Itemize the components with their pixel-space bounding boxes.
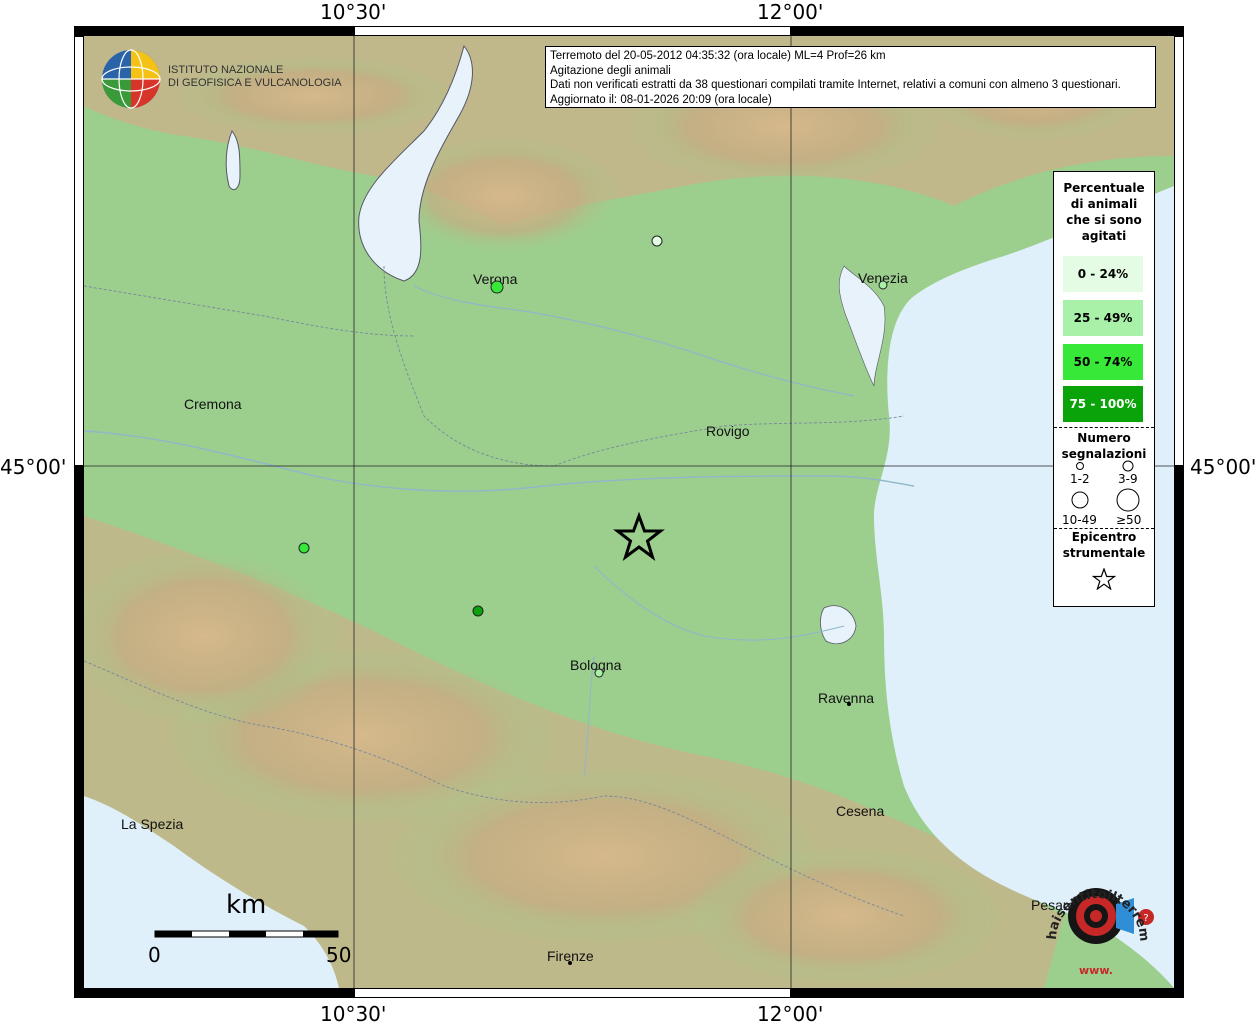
ingv-line-2: DI GEOFISICA E VULCANOLOGIA [168,77,342,89]
ingv-globe-icon [101,49,161,109]
scale-unit: km [226,890,267,920]
scale-max: 50 [326,943,352,967]
city-dot [847,702,851,706]
legend-title-4: agitati [1081,229,1127,243]
legend-title-2: di animali [1070,197,1138,211]
hst-www-text: www. [1079,964,1113,977]
scale-min: 0 [148,943,161,967]
event-info-box: Terremoto del 20-05-2012 04:35:32 (ora l… [545,46,1156,108]
legend-epi-title-1: Epicentro [1071,530,1137,544]
legend-count-3: 10-49 [1062,513,1097,527]
observation-marker [651,235,663,247]
legend-count-1: 1-2 [1070,472,1090,486]
scale-bar-segment [303,931,338,937]
city-dot [568,961,572,965]
legend-count-2: 3-9 [1118,472,1138,486]
observation-marker [594,668,604,678]
legend-title-3: che si sono [1066,213,1142,227]
info-line-2: Agitazione degli animali [550,64,671,77]
scale-bar-segment [229,931,266,937]
legend-class-1: 25 - 49% [1063,300,1143,336]
ingv-line-1: ISTITUTO NAZIONALE [168,64,284,76]
info-line-1: Terremoto del 20-05-2012 04:35:32 (ora l… [550,50,886,62]
legend-star-icon [1092,568,1116,590]
info-line-3: Dati non verificati estratti da 38 quest… [550,79,1121,91]
scale-bar-segment [155,931,192,937]
observation-marker [472,605,484,617]
legend-size-symbols [1071,460,1140,512]
legend-box: Percentuale di animali che si sono agita… [1053,171,1155,607]
legend-separator [1054,427,1154,428]
epicenter-star [613,511,665,561]
observation-marker [878,280,888,290]
info-line-4: Aggiornato il: 08-01-2026 20:09 (ora loc… [550,93,772,106]
legend-epi-title-2: strumentale [1062,546,1146,560]
observation-marker [490,280,504,294]
legend-class-0: 0 - 24% [1063,256,1143,292]
ingv-logo-text: ISTITUTO NAZIONALE DI GEOFISICA E VULCAN… [168,64,342,90]
legend-title-1: Percentuale [1063,181,1145,195]
observation-marker [298,542,310,554]
legend-count-4: ≥50 [1116,513,1142,527]
legend-class-2: 50 - 74% [1063,344,1143,380]
legend-class-3: 75 - 100% [1063,386,1143,422]
hst-logo-icon: ? haisentitoilterremoto.it www. [1038,862,1154,977]
legend-count-title-1: Numero [1077,431,1131,445]
